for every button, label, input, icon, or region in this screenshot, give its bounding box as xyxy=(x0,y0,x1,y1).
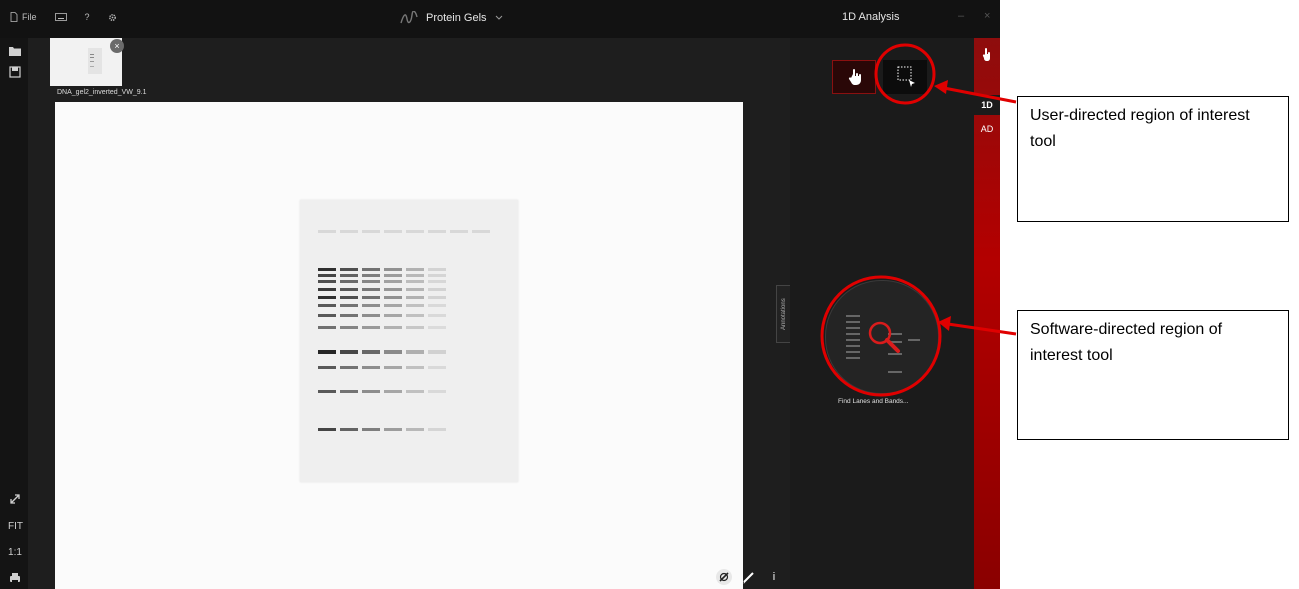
user-roi-arrow xyxy=(934,80,1017,104)
software-roi-highlight-circle xyxy=(820,275,942,397)
software-roi-arrow xyxy=(938,316,1017,336)
user-roi-highlight-circle xyxy=(874,43,936,105)
annotation-overlay xyxy=(820,43,1017,397)
